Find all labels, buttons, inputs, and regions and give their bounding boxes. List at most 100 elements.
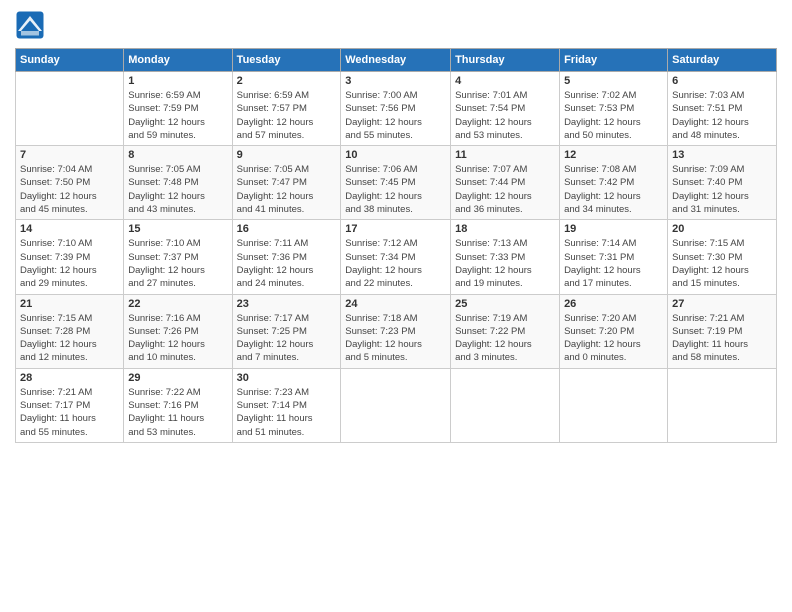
day-info: Sunrise: 7:23 AM Sunset: 7:14 PM Dayligh…: [237, 386, 337, 439]
day-number: 19: [564, 223, 663, 235]
day-cell: 4 Sunrise: 7:01 AM Sunset: 7:54 PM Daylig…: [451, 72, 560, 146]
day-number: 11: [455, 149, 555, 161]
day-cell: 27Sunrise: 7:21 AM Sunset: 7:19 PM Dayli…: [668, 294, 777, 368]
day-cell: 24 Sunrise: 7:18 AM Sunset: 7:23 PM Dayli…: [341, 294, 451, 368]
day-number: 24: [345, 298, 446, 310]
day-info: Sunrise: 7:12 AM Sunset: 7:34 PM Dayligh…: [345, 237, 446, 290]
day-info: Sunrise: 7:05 AM Sunset: 7:47 PM Dayligh…: [237, 163, 337, 216]
week-row-5: 28 Sunrise: 7:21 AM Sunset: 7:17 PM Dayli…: [16, 368, 777, 442]
col-header-thursday: Thursday: [451, 49, 560, 72]
day-cell: 20 Sunrise: 7:15 AM Sunset: 7:30 PM Dayli…: [668, 220, 777, 294]
day-info: Sunrise: 6:59 AM Sunset: 7:57 PM Dayligh…: [237, 89, 337, 142]
day-number: 1: [128, 75, 227, 87]
day-info: Sunrise: 7:10 AM Sunset: 7:39 PM Dayligh…: [20, 237, 119, 290]
day-cell: 18 Sunrise: 7:13 AM Sunset: 7:33 PM Dayli…: [451, 220, 560, 294]
day-info: Sunrise: 7:18 AM Sunset: 7:23 PM Dayligh…: [345, 312, 446, 365]
logo-icon: [15, 10, 45, 40]
col-header-wednesday: Wednesday: [341, 49, 451, 72]
calendar-table: SundayMondayTuesdayWednesdayThursdayFrid…: [15, 48, 777, 443]
col-header-tuesday: Tuesday: [232, 49, 341, 72]
day-info: Sunrise: 7:11 AM Sunset: 7:36 PM Dayligh…: [237, 237, 337, 290]
day-number: 16: [237, 223, 337, 235]
day-number: 26: [564, 298, 663, 310]
day-info: Sunrise: 7:13 AM Sunset: 7:33 PM Dayligh…: [455, 237, 555, 290]
day-number: 23: [237, 298, 337, 310]
day-number: 15: [128, 223, 227, 235]
week-row-1: 1 Sunrise: 6:59 AM Sunset: 7:59 PM Daylig…: [16, 72, 777, 146]
day-number: 17: [345, 223, 446, 235]
day-number: 21: [20, 298, 119, 310]
day-number: 6: [672, 75, 772, 87]
col-header-friday: Friday: [560, 49, 668, 72]
day-info: Sunrise: 7:04 AM Sunset: 7:50 PM Dayligh…: [20, 163, 119, 216]
day-number: 18: [455, 223, 555, 235]
day-number: 29: [128, 372, 227, 384]
day-info: Sunrise: 7:14 AM Sunset: 7:31 PM Dayligh…: [564, 237, 663, 290]
day-cell: 16 Sunrise: 7:11 AM Sunset: 7:36 PM Dayli…: [232, 220, 341, 294]
day-number: 5: [564, 75, 663, 87]
day-cell: 1 Sunrise: 6:59 AM Sunset: 7:59 PM Daylig…: [124, 72, 232, 146]
day-info: Sunrise: 7:07 AM Sunset: 7:44 PM Dayligh…: [455, 163, 555, 216]
col-header-sunday: Sunday: [16, 49, 124, 72]
day-cell: [668, 368, 777, 442]
day-cell: 30 Sunrise: 7:23 AM Sunset: 7:14 PM Dayli…: [232, 368, 341, 442]
day-number: 4: [455, 75, 555, 87]
day-cell: [560, 368, 668, 442]
day-number: 25: [455, 298, 555, 310]
day-info: Sunrise: 7:19 AM Sunset: 7:22 PM Dayligh…: [455, 312, 555, 365]
day-cell: 19 Sunrise: 7:14 AM Sunset: 7:31 PM Dayli…: [560, 220, 668, 294]
day-info: Sunrise: 7:21 AM Sunset: 7:17 PM Dayligh…: [20, 386, 119, 439]
day-cell: 22 Sunrise: 7:16 AM Sunset: 7:26 PM Dayli…: [124, 294, 232, 368]
day-number: 2: [237, 75, 337, 87]
day-cell: 29 Sunrise: 7:22 AM Sunset: 7:16 PM Dayli…: [124, 368, 232, 442]
day-cell: 14 Sunrise: 7:10 AM Sunset: 7:39 PM Dayli…: [16, 220, 124, 294]
day-info: Sunrise: 7:08 AM Sunset: 7:42 PM Dayligh…: [564, 163, 663, 216]
day-number: 3: [345, 75, 446, 87]
day-info: Sunrise: 7:03 AM Sunset: 7:51 PM Dayligh…: [672, 89, 772, 142]
day-cell: 21Sunrise: 7:15 AM Sunset: 7:28 PM Dayli…: [16, 294, 124, 368]
week-row-3: 14 Sunrise: 7:10 AM Sunset: 7:39 PM Dayli…: [16, 220, 777, 294]
day-info: Sunrise: 7:05 AM Sunset: 7:48 PM Dayligh…: [128, 163, 227, 216]
day-number: 28: [20, 372, 119, 384]
day-cell: 15 Sunrise: 7:10 AM Sunset: 7:37 PM Dayli…: [124, 220, 232, 294]
day-cell: 8Sunrise: 7:05 AM Sunset: 7:48 PM Daylig…: [124, 146, 232, 220]
day-number: 27: [672, 298, 772, 310]
day-info: Sunrise: 7:06 AM Sunset: 7:45 PM Dayligh…: [345, 163, 446, 216]
day-cell: 23 Sunrise: 7:17 AM Sunset: 7:25 PM Dayli…: [232, 294, 341, 368]
day-number: 10: [345, 149, 446, 161]
day-number: 30: [237, 372, 337, 384]
week-row-2: 7Sunrise: 7:04 AM Sunset: 7:50 PM Daylig…: [16, 146, 777, 220]
day-cell: 7Sunrise: 7:04 AM Sunset: 7:50 PM Daylig…: [16, 146, 124, 220]
day-number: 12: [564, 149, 663, 161]
day-number: 20: [672, 223, 772, 235]
day-cell: 13Sunrise: 7:09 AM Sunset: 7:40 PM Dayli…: [668, 146, 777, 220]
day-number: 14: [20, 223, 119, 235]
logo: [15, 10, 49, 40]
page: SundayMondayTuesdayWednesdayThursdayFrid…: [0, 0, 792, 612]
day-info: Sunrise: 7:00 AM Sunset: 7:56 PM Dayligh…: [345, 89, 446, 142]
day-number: 9: [237, 149, 337, 161]
day-cell: 17 Sunrise: 7:12 AM Sunset: 7:34 PM Dayli…: [341, 220, 451, 294]
day-info: Sunrise: 7:20 AM Sunset: 7:20 PM Dayligh…: [564, 312, 663, 365]
header: [15, 10, 777, 40]
day-cell: 12 Sunrise: 7:08 AM Sunset: 7:42 PM Dayli…: [560, 146, 668, 220]
day-info: Sunrise: 7:15 AM Sunset: 7:30 PM Dayligh…: [672, 237, 772, 290]
day-cell: 6 Sunrise: 7:03 AM Sunset: 7:51 PM Daylig…: [668, 72, 777, 146]
week-row-4: 21Sunrise: 7:15 AM Sunset: 7:28 PM Dayli…: [16, 294, 777, 368]
col-header-saturday: Saturday: [668, 49, 777, 72]
day-cell: [16, 72, 124, 146]
day-info: Sunrise: 7:22 AM Sunset: 7:16 PM Dayligh…: [128, 386, 227, 439]
col-header-monday: Monday: [124, 49, 232, 72]
day-info: Sunrise: 7:17 AM Sunset: 7:25 PM Dayligh…: [237, 312, 337, 365]
day-info: Sunrise: 7:16 AM Sunset: 7:26 PM Dayligh…: [128, 312, 227, 365]
header-row: SundayMondayTuesdayWednesdayThursdayFrid…: [16, 49, 777, 72]
day-cell: 28 Sunrise: 7:21 AM Sunset: 7:17 PM Dayli…: [16, 368, 124, 442]
day-info: Sunrise: 7:10 AM Sunset: 7:37 PM Dayligh…: [128, 237, 227, 290]
day-info: Sunrise: 7:01 AM Sunset: 7:54 PM Dayligh…: [455, 89, 555, 142]
day-cell: 3 Sunrise: 7:00 AM Sunset: 7:56 PM Daylig…: [341, 72, 451, 146]
day-cell: 9 Sunrise: 7:05 AM Sunset: 7:47 PM Daylig…: [232, 146, 341, 220]
day-number: 22: [128, 298, 227, 310]
day-info: Sunrise: 6:59 AM Sunset: 7:59 PM Dayligh…: [128, 89, 227, 142]
day-cell: 11 Sunrise: 7:07 AM Sunset: 7:44 PM Dayli…: [451, 146, 560, 220]
day-cell: 25 Sunrise: 7:19 AM Sunset: 7:22 PM Dayli…: [451, 294, 560, 368]
